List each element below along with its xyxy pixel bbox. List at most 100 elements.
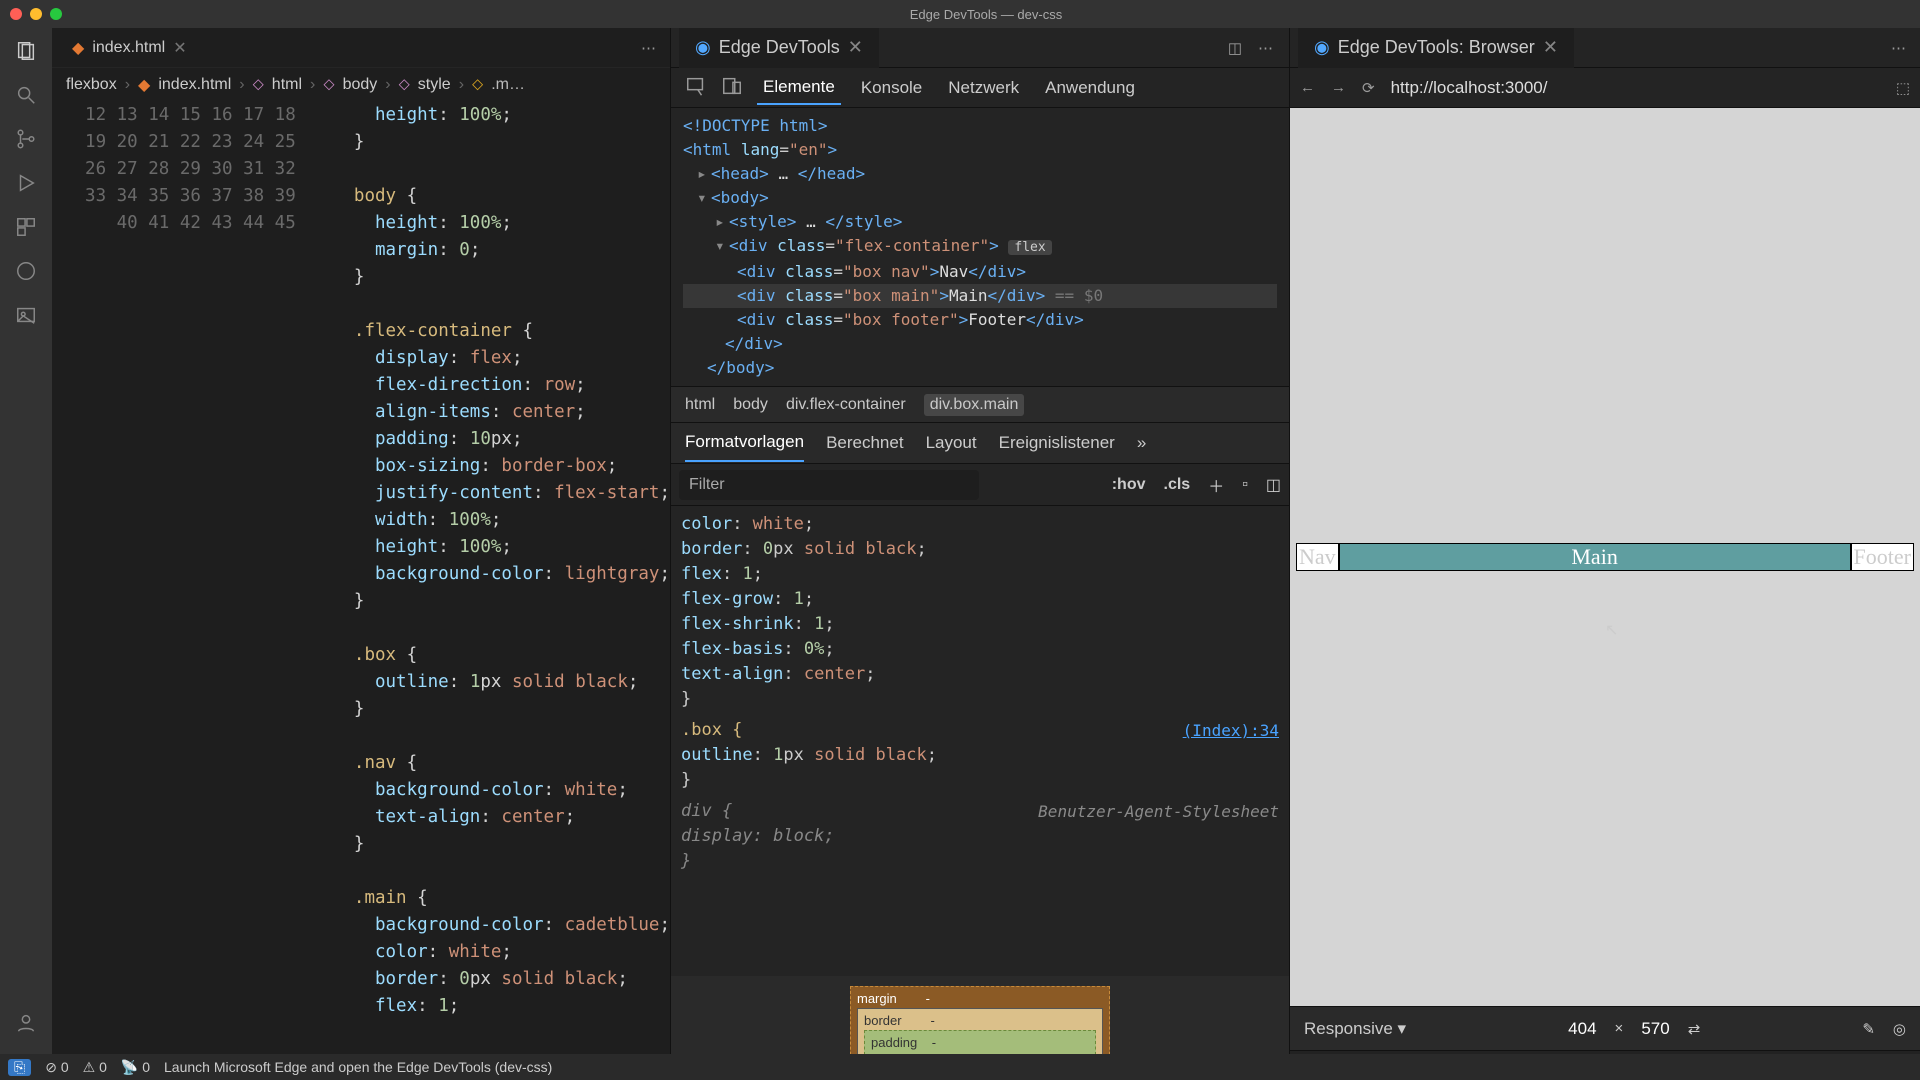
search-icon[interactable]: [13, 82, 39, 108]
page-main: Main: [1339, 543, 1851, 571]
reload-icon[interactable]: ⟳: [1362, 79, 1375, 97]
width-input[interactable]: 404: [1568, 1019, 1596, 1039]
dom-tree[interactable]: <!DOCTYPE html> <html lang="en"> ▸<head>…: [671, 108, 1289, 386]
editor-panel: ◆ index.html ✕ ⋯ flexbox› ◆index.html› ⬦…: [52, 28, 670, 1080]
rotate-icon[interactable]: ⇄: [1688, 1020, 1701, 1038]
styles-filter-input[interactable]: Filter: [679, 470, 979, 500]
browser-panel: ◉ Edge DevTools: Browser ✕ ⋯ ← → ⟳ http:…: [1290, 28, 1920, 1080]
status-bar: ⎘ ⊘ 0 ⚠ 0 📡 0 Launch Microsoft Edge and …: [0, 1054, 1920, 1080]
editor-tab-index-html[interactable]: ◆ index.html ✕: [58, 28, 201, 68]
activity-bar: [0, 28, 52, 1080]
edge-icon: ◉: [1314, 37, 1330, 58]
crumb[interactable]: html: [685, 396, 715, 414]
forward-icon[interactable]: →: [1331, 79, 1346, 96]
tab-close-icon[interactable]: ✕: [173, 38, 186, 58]
dom-breadcrumbs[interactable]: html body div.flex-container div.box.mai…: [671, 386, 1289, 422]
ports-count[interactable]: 📡 0: [121, 1059, 150, 1076]
inspect-toggle-icon[interactable]: ⬚: [1896, 79, 1910, 97]
window-title: Edge DevTools — dev-css: [62, 7, 1910, 22]
split-editor-icon[interactable]: ◫: [1228, 39, 1242, 57]
remote-badge[interactable]: ⎘: [8, 1059, 31, 1076]
styles-pane[interactable]: color: white; border: 0px solid black; f…: [671, 506, 1289, 976]
explorer-icon[interactable]: [13, 38, 39, 64]
tab-close-icon[interactable]: ✕: [848, 37, 863, 58]
url-input[interactable]: http://localhost:3000/: [1391, 78, 1880, 98]
tab-browser[interactable]: ◉ Edge DevTools: Browser ✕: [1298, 28, 1574, 68]
style-pane-icon[interactable]: ▫: [1242, 476, 1248, 494]
breadcrumb-item[interactable]: .m…: [491, 76, 525, 94]
bm-margin-val: -: [926, 991, 930, 1006]
titlebar: Edge DevTools — dev-css: [0, 0, 1920, 28]
breadcrumb-item[interactable]: html: [272, 76, 302, 94]
device-toggle-icon[interactable]: [721, 75, 743, 101]
styles-tab-listener[interactable]: Ereignislistener: [999, 433, 1115, 453]
tab-close-icon[interactable]: ✕: [1543, 37, 1558, 58]
devtools-panel: ◉ Edge DevTools ✕ ◫ ⋯ Elemente Konsole N…: [670, 28, 1290, 1080]
devtools-tab-elemente[interactable]: Elemente: [757, 71, 841, 105]
run-debug-icon[interactable]: [13, 170, 39, 196]
styles-tab-layout[interactable]: Layout: [926, 433, 977, 453]
more-icon[interactable]: ⋯: [1891, 39, 1920, 57]
tab-label: Edge DevTools: [719, 37, 840, 58]
responsive-select[interactable]: Responsive ▾: [1304, 1019, 1406, 1039]
devtools-tab-anwendung[interactable]: Anwendung: [1039, 78, 1141, 98]
breadcrumb-item[interactable]: style: [418, 76, 451, 94]
more-icon[interactable]: ⋯: [1258, 39, 1273, 57]
breadcrumb-item[interactable]: index.html: [158, 76, 231, 94]
cursor-icon: ↖: [1605, 620, 1618, 640]
more-tabs-icon[interactable]: »: [1137, 433, 1146, 453]
devtools-tab-netzwerk[interactable]: Netzwerk: [942, 78, 1025, 98]
styles-tab-berechnet[interactable]: Berechnet: [826, 433, 904, 453]
account-icon[interactable]: [13, 1010, 39, 1036]
devtools-tab-konsole[interactable]: Konsole: [855, 78, 928, 98]
page-footer: Footer: [1851, 543, 1914, 571]
zoom-window-button[interactable]: [50, 8, 62, 20]
dom-node-selected[interactable]: <div class="box main">Main</div> == $0: [683, 284, 1277, 308]
add-rule-icon[interactable]: ＋: [1208, 473, 1224, 497]
errors-count[interactable]: ⊘ 0: [45, 1059, 68, 1076]
tab-devtools[interactable]: ◉ Edge DevTools ✕: [679, 28, 879, 68]
extensions-icon[interactable]: [13, 214, 39, 240]
cls-button[interactable]: .cls: [1164, 476, 1191, 494]
style-pane-icon2[interactable]: ◫: [1266, 475, 1281, 495]
rule-selector[interactable]: .box {: [681, 720, 742, 740]
hov-button[interactable]: :hov: [1112, 476, 1146, 494]
devtools-link-icon[interactable]: ◎: [1893, 1020, 1906, 1038]
back-icon[interactable]: ←: [1300, 79, 1315, 96]
bm-border-label: border: [864, 1013, 902, 1028]
height-input[interactable]: 570: [1641, 1019, 1669, 1039]
styles-tabs: Formatvorlagen Berechnet Layout Ereignis…: [671, 422, 1289, 464]
tab-label: Edge DevTools: Browser: [1338, 37, 1535, 58]
breadcrumbs[interactable]: flexbox› ◆index.html› ⬦html› ⬦body› ⬦sty…: [52, 68, 670, 102]
page-nav: Nav: [1296, 543, 1339, 571]
minimize-window-button[interactable]: [30, 8, 42, 20]
breadcrumb-item[interactable]: flexbox: [66, 76, 117, 94]
rule-source: Benutzer-Agent-Stylesheet: [1038, 799, 1279, 824]
bm-padding-label: padding: [871, 1035, 917, 1050]
edge-icon: ◉: [695, 37, 711, 58]
crumb[interactable]: div.box.main: [924, 394, 1025, 416]
screenshot-icon[interactable]: ✎: [1862, 1020, 1875, 1038]
warnings-count[interactable]: ⚠ 0: [83, 1059, 107, 1076]
crumb[interactable]: body: [733, 396, 768, 414]
inspect-icon[interactable]: [685, 75, 707, 101]
code-editor[interactable]: 12 13 14 15 16 17 18 19 20 21 22 23 24 2…: [52, 102, 670, 1080]
styles-tab-formatvorlagen[interactable]: Formatvorlagen: [685, 424, 804, 462]
editor-tab-label: index.html: [92, 39, 165, 57]
dim-sep: ×: [1615, 1020, 1624, 1037]
status-message[interactable]: Launch Microsoft Edge and open the Edge …: [164, 1059, 552, 1075]
rule-selector: div {: [681, 801, 732, 821]
browser-viewport[interactable]: Nav Main Footer ↖: [1290, 108, 1920, 1006]
edge-devtools-icon[interactable]: [13, 258, 39, 284]
bm-border-val: -: [930, 1013, 934, 1028]
html-file-icon: ◆: [72, 38, 84, 58]
source-control-icon[interactable]: [13, 126, 39, 152]
rule-source-link[interactable]: (Index):34: [1183, 718, 1279, 743]
breadcrumb-item[interactable]: body: [343, 76, 378, 94]
dom-node[interactable]: <!DOCTYPE html>: [683, 116, 828, 135]
close-window-button[interactable]: [10, 8, 22, 20]
device-size-bar: Responsive ▾ 404 × 570 ⇄ ✎ ◎: [1290, 1006, 1920, 1050]
image-icon[interactable]: [13, 302, 39, 328]
editor-more-icon[interactable]: ⋯: [641, 39, 670, 57]
crumb[interactable]: div.flex-container: [786, 396, 906, 414]
